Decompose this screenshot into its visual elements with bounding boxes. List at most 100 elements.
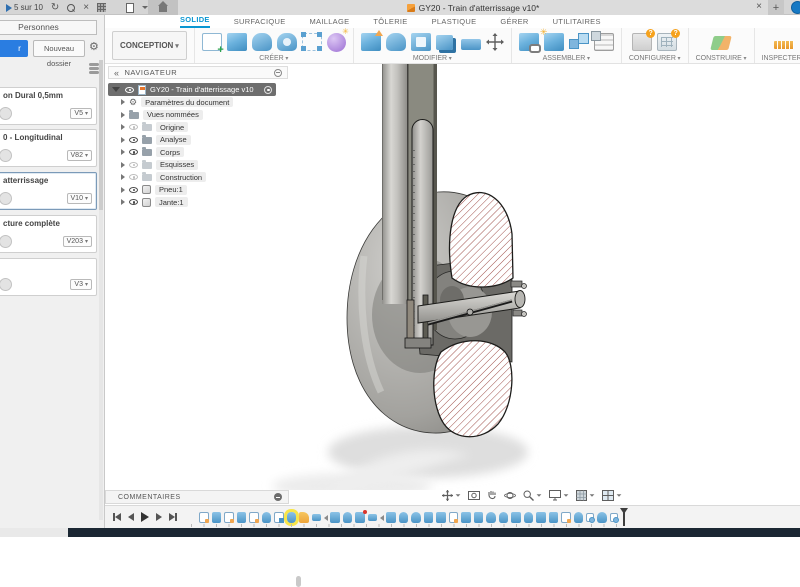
close-icon[interactable]: × <box>83 3 89 13</box>
canvas-feature-icon[interactable] <box>296 576 301 587</box>
sync-status-icon[interactable] <box>89 63 99 73</box>
model-strut[interactable] <box>382 64 408 304</box>
round-feature-icon[interactable] <box>399 512 409 523</box>
model-bolt[interactable] <box>513 310 522 316</box>
fillet-icon[interactable] <box>386 33 406 51</box>
sketch-feature-icon[interactable] <box>199 512 209 523</box>
model-section-face-lower[interactable] <box>434 341 512 437</box>
play-button[interactable] <box>141 512 149 522</box>
joint-icon[interactable] <box>569 33 589 51</box>
solid-feature-icon[interactable] <box>424 512 434 523</box>
browser-item-construction[interactable]: Construction <box>108 171 288 184</box>
round-feature-icon[interactable] <box>411 512 421 523</box>
new-component-icon[interactable] <box>544 33 564 51</box>
solid-feature-icon[interactable] <box>461 512 471 523</box>
workspace-selector[interactable]: CONCEPTION <box>112 31 187 60</box>
activate-component-radio[interactable] <box>264 86 272 94</box>
configuration-icon[interactable] <box>632 33 652 51</box>
construction-plane-icon[interactable] <box>710 36 731 50</box>
model-bolt-head[interactable] <box>522 284 527 289</box>
document-card[interactable]: V3 <box>0 258 97 296</box>
grid-view-icon[interactable] <box>97 3 106 12</box>
timeline-playhead[interactable] <box>623 509 625 526</box>
configuration-table-icon[interactable] <box>657 33 677 51</box>
sketch-feature-icon[interactable] <box>561 512 571 523</box>
version-dropdown[interactable]: V10 <box>67 193 92 204</box>
revolve-icon[interactable] <box>252 33 272 51</box>
panel-gear-icon[interactable]: ⚙ <box>89 40 99 55</box>
solid-feature-icon[interactable] <box>511 512 521 523</box>
round-feature-icon[interactable] <box>524 512 534 523</box>
expander-icon[interactable] <box>121 112 125 118</box>
solid-feature-icon[interactable] <box>237 512 247 523</box>
solid-feature-icon[interactable] <box>536 512 546 523</box>
tab-gerer[interactable]: GÉRER <box>500 17 528 28</box>
create-sketch-icon[interactable] <box>202 33 222 51</box>
sketch-feature-icon[interactable] <box>249 512 259 523</box>
document-card[interactable]: 0 - Longitudinal V82 <box>0 129 97 167</box>
step-back-button[interactable] <box>128 513 134 521</box>
go-to-end-button[interactable] <box>169 513 177 521</box>
new-folder-button[interactable]: Nouveau dossier <box>33 40 85 57</box>
expander-icon[interactable] <box>121 99 125 105</box>
tab-maillage[interactable]: MAILLAGE <box>310 17 350 28</box>
comments-bar[interactable]: COMMENTAIRES <box>105 490 289 504</box>
expander-open-icon[interactable] <box>112 87 120 92</box>
browser-item-vues-nommees[interactable]: Vues nommées <box>108 109 288 122</box>
visibility-eye-icon[interactable] <box>129 149 138 155</box>
round-feature-icon[interactable] <box>597 512 607 523</box>
model-bolt-head[interactable] <box>467 309 473 315</box>
version-dropdown[interactable]: V82 <box>67 150 92 161</box>
move-icon[interactable] <box>486 33 504 51</box>
sketch-feature-icon[interactable] <box>224 512 234 523</box>
mirror-feature-icon[interactable] <box>330 512 340 523</box>
solid-feature-icon[interactable] <box>212 512 222 523</box>
version-dropdown[interactable]: V203 <box>63 236 92 247</box>
visibility-eye-icon[interactable] <box>129 199 138 205</box>
group-label-construire[interactable]: CONSTRUIRE <box>696 55 747 62</box>
group-label-creer[interactable]: CRÉER <box>259 55 288 62</box>
dot-red-feature-icon[interactable] <box>355 512 365 523</box>
expander-icon[interactable] <box>121 124 125 130</box>
measure-icon[interactable] <box>774 41 794 49</box>
round-hl-feature-icon[interactable] <box>287 512 297 523</box>
create-form-icon[interactable] <box>327 33 346 52</box>
round-feature-icon[interactable] <box>499 512 509 523</box>
insert-link-icon[interactable] <box>519 33 539 51</box>
expander-icon[interactable] <box>121 162 125 168</box>
version-dropdown[interactable]: V5 <box>70 108 92 119</box>
round-feature-icon[interactable] <box>343 512 353 523</box>
browser-item-corps[interactable]: Corps <box>108 146 288 159</box>
group-label-assembler[interactable]: ASSEMBLER <box>543 55 590 62</box>
visibility-eye-icon[interactable] <box>129 162 138 168</box>
flat-feature-icon[interactable] <box>368 514 378 521</box>
joint-feature-icon[interactable] <box>610 513 618 522</box>
orbit-icon[interactable] <box>504 490 516 501</box>
model-axle-cap[interactable] <box>515 291 525 308</box>
file-menu-icon[interactable] <box>126 3 134 13</box>
flat-feature-icon[interactable] <box>312 514 322 521</box>
flag-progress-icon[interactable]: 5 sur 10 <box>6 3 43 12</box>
expander-icon[interactable] <box>121 199 125 205</box>
comments-collapse-icon[interactable] <box>274 493 282 501</box>
tab-close-icon[interactable]: × <box>756 1 762 12</box>
solid-feature-icon[interactable] <box>549 512 559 523</box>
document-card[interactable]: on Dural 0,5mm V5 <box>0 87 97 125</box>
visibility-eye-icon[interactable] <box>129 124 138 130</box>
viewports-icon[interactable] <box>602 490 622 501</box>
extrude-icon[interactable] <box>227 33 247 51</box>
go-to-start-button[interactable] <box>113 513 121 521</box>
round-feature-icon[interactable] <box>574 512 584 523</box>
expander-icon[interactable] <box>121 174 125 180</box>
browser-item-analyse[interactable]: Analyse <box>108 134 288 147</box>
home-tab[interactable] <box>148 0 178 15</box>
browser-header[interactable]: « NAVIGATEUR <box>108 66 288 79</box>
panel-scrollbar[interactable] <box>99 60 103 520</box>
shell-icon[interactable] <box>411 33 431 51</box>
model-fork-bracket[interactable] <box>405 338 431 348</box>
group-label-inspecter[interactable]: INSPECTER <box>762 55 800 62</box>
tab-tolerie[interactable]: TÔLERIE <box>373 17 407 28</box>
visibility-eye-icon[interactable] <box>129 137 138 143</box>
visibility-eye-icon[interactable] <box>129 187 138 193</box>
bom-table-icon[interactable] <box>594 33 614 51</box>
